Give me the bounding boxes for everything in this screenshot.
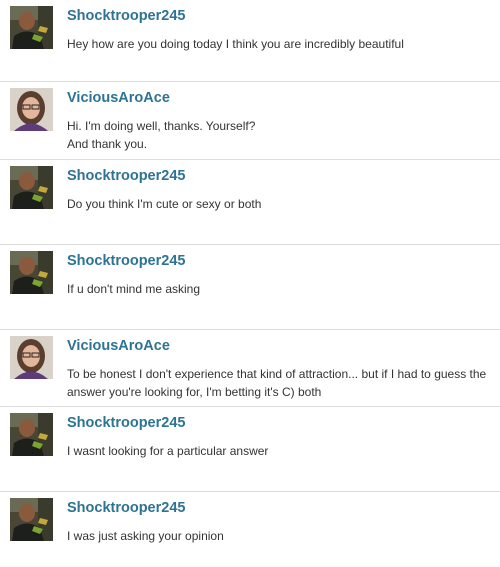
message-username[interactable]: ViciousAroAce bbox=[67, 90, 170, 106]
message-item: Shocktrooper245 I was just asking your o… bbox=[0, 492, 500, 567]
message-username[interactable]: Shocktrooper245 bbox=[67, 500, 185, 516]
male-user-avatar[interactable] bbox=[10, 166, 53, 209]
message-text: Hey how are you doing today I think you … bbox=[67, 37, 404, 51]
message-username[interactable]: ViciousAroAce bbox=[67, 338, 170, 354]
female-user-avatar[interactable] bbox=[10, 336, 53, 379]
message-item: ViciousAroAce Hi. I'm doing well, thanks… bbox=[0, 82, 500, 160]
message-item: ViciousAroAce To be honest I don't exper… bbox=[0, 330, 500, 407]
message-username[interactable]: Shocktrooper245 bbox=[67, 8, 185, 24]
message-item: Shocktrooper245 Do you think I'm cute or… bbox=[0, 160, 500, 245]
male-user-avatar[interactable] bbox=[10, 498, 53, 541]
message-text: I was just asking your opinion bbox=[67, 529, 224, 543]
message-text-line: To be honest I don't experience that kin… bbox=[67, 367, 487, 381]
message-item: Shocktrooper245 If u don't mind me askin… bbox=[0, 245, 500, 330]
message-text-line: And thank you. bbox=[67, 137, 148, 151]
male-user-avatar[interactable] bbox=[10, 251, 53, 294]
message-thread: Shocktrooper245 Hey how are you doing to… bbox=[0, 0, 500, 567]
male-user-avatar[interactable] bbox=[10, 413, 53, 456]
message-text: Hi. I'm doing well, thanks. Yourself? An… bbox=[67, 117, 495, 153]
message-text: If u don't mind me asking bbox=[67, 282, 201, 296]
message-item: Shocktrooper245 I wasnt looking for a pa… bbox=[0, 407, 500, 492]
message-item: Shocktrooper245 Hey how are you doing to… bbox=[0, 0, 500, 82]
message-username[interactable]: Shocktrooper245 bbox=[67, 415, 185, 431]
message-username[interactable]: Shocktrooper245 bbox=[67, 168, 185, 184]
message-text-line: answer you're looking for, I'm betting i… bbox=[67, 385, 322, 399]
message-text: Do you think I'm cute or sexy or both bbox=[67, 197, 262, 211]
message-text: To be honest I don't experience that kin… bbox=[67, 365, 495, 401]
female-user-avatar[interactable] bbox=[10, 88, 53, 131]
message-text: I wasnt looking for a particular answer bbox=[67, 444, 269, 458]
message-username[interactable]: Shocktrooper245 bbox=[67, 253, 185, 269]
message-text-line: Hi. I'm doing well, thanks. Yourself? bbox=[67, 119, 256, 133]
male-user-avatar[interactable] bbox=[10, 6, 53, 49]
